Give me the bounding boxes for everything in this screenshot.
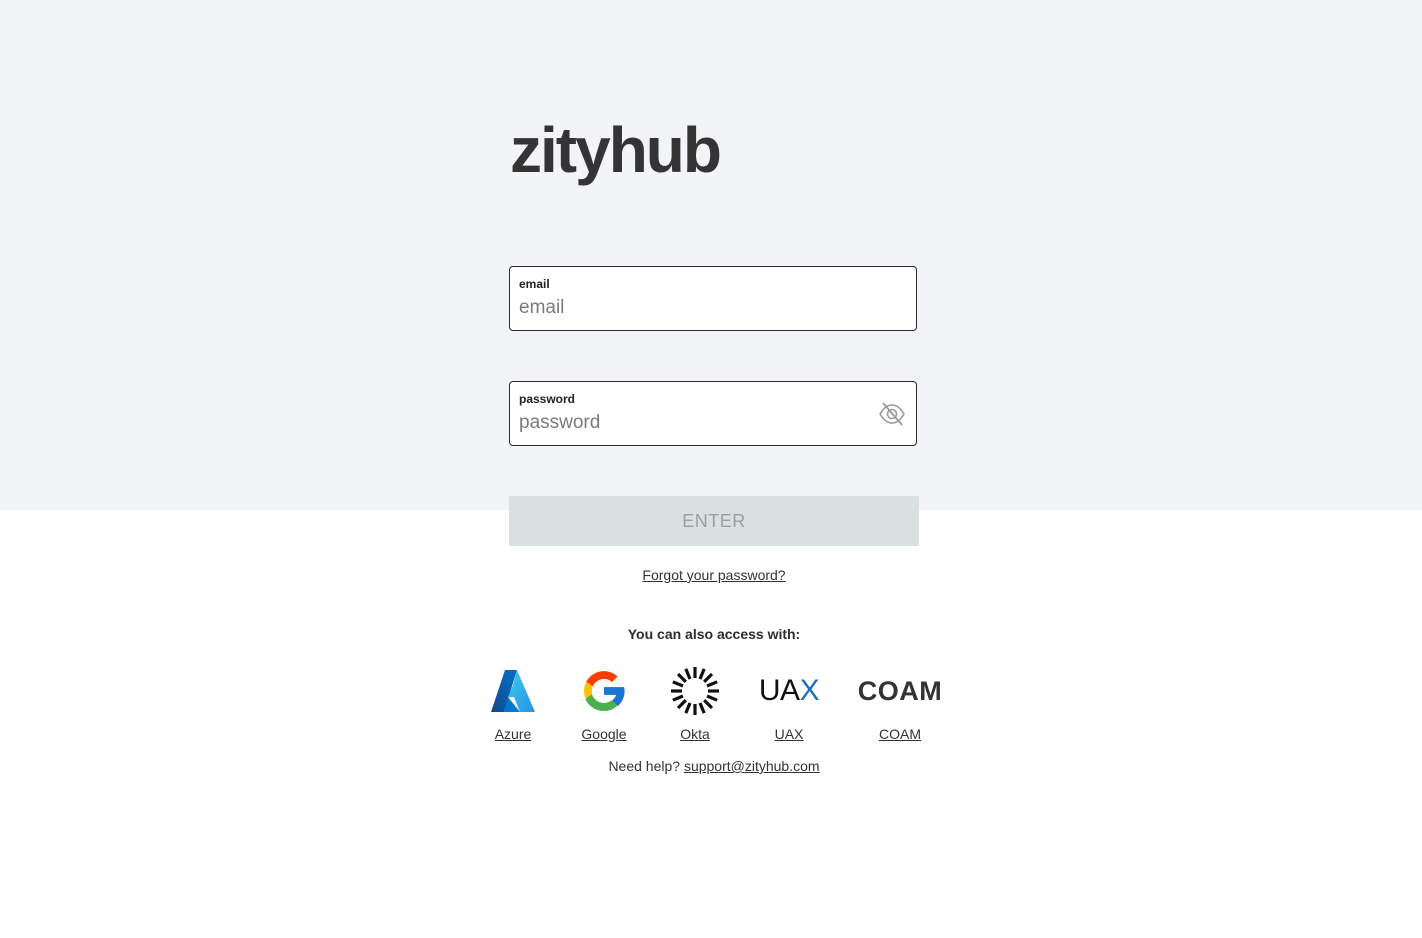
email-label: email [519,277,550,291]
password-field[interactable]: password [509,381,917,446]
okta-icon [669,662,721,720]
eye-slash-icon[interactable] [878,400,906,428]
azure-icon [489,662,537,720]
coam-logo-text: COAM [857,675,943,706]
azure-label[interactable]: Azure [495,726,532,742]
password-label: password [519,392,576,406]
password-input[interactable] [519,410,859,436]
uax-label[interactable]: UAX [775,726,804,742]
email-field[interactable]: email [509,266,917,331]
enter-button[interactable]: ENTER [509,496,919,546]
uax-logo-main: UA [758,674,800,707]
google-icon [578,662,630,720]
forgot-password-link[interactable]: Forgot your password? [509,567,919,583]
coam-icon: COAM [858,662,943,720]
brand-logo: zityhub [510,114,722,186]
sso-provider-google[interactable]: Google [573,662,635,742]
uax-logo-accent: X [799,674,820,707]
sso-provider-uax[interactable]: UAX UAX [754,662,824,742]
sso-provider-azure[interactable]: Azure [484,662,542,742]
help-line: Need help? support@zityhub.com [509,758,919,774]
sso-provider-okta[interactable]: Okta [664,662,726,742]
support-email-link[interactable]: support@zityhub.com [684,758,820,774]
okta-label[interactable]: Okta [680,726,710,742]
coam-label[interactable]: COAM [879,726,921,742]
help-prefix: Need help? [608,758,681,774]
sso-heading: You can also access with: [627,626,801,642]
uax-icon: UAX [758,662,820,720]
email-input[interactable] [519,295,859,321]
google-label[interactable]: Google [581,726,626,742]
sso-provider-coam[interactable]: COAM COAM [858,662,943,743]
